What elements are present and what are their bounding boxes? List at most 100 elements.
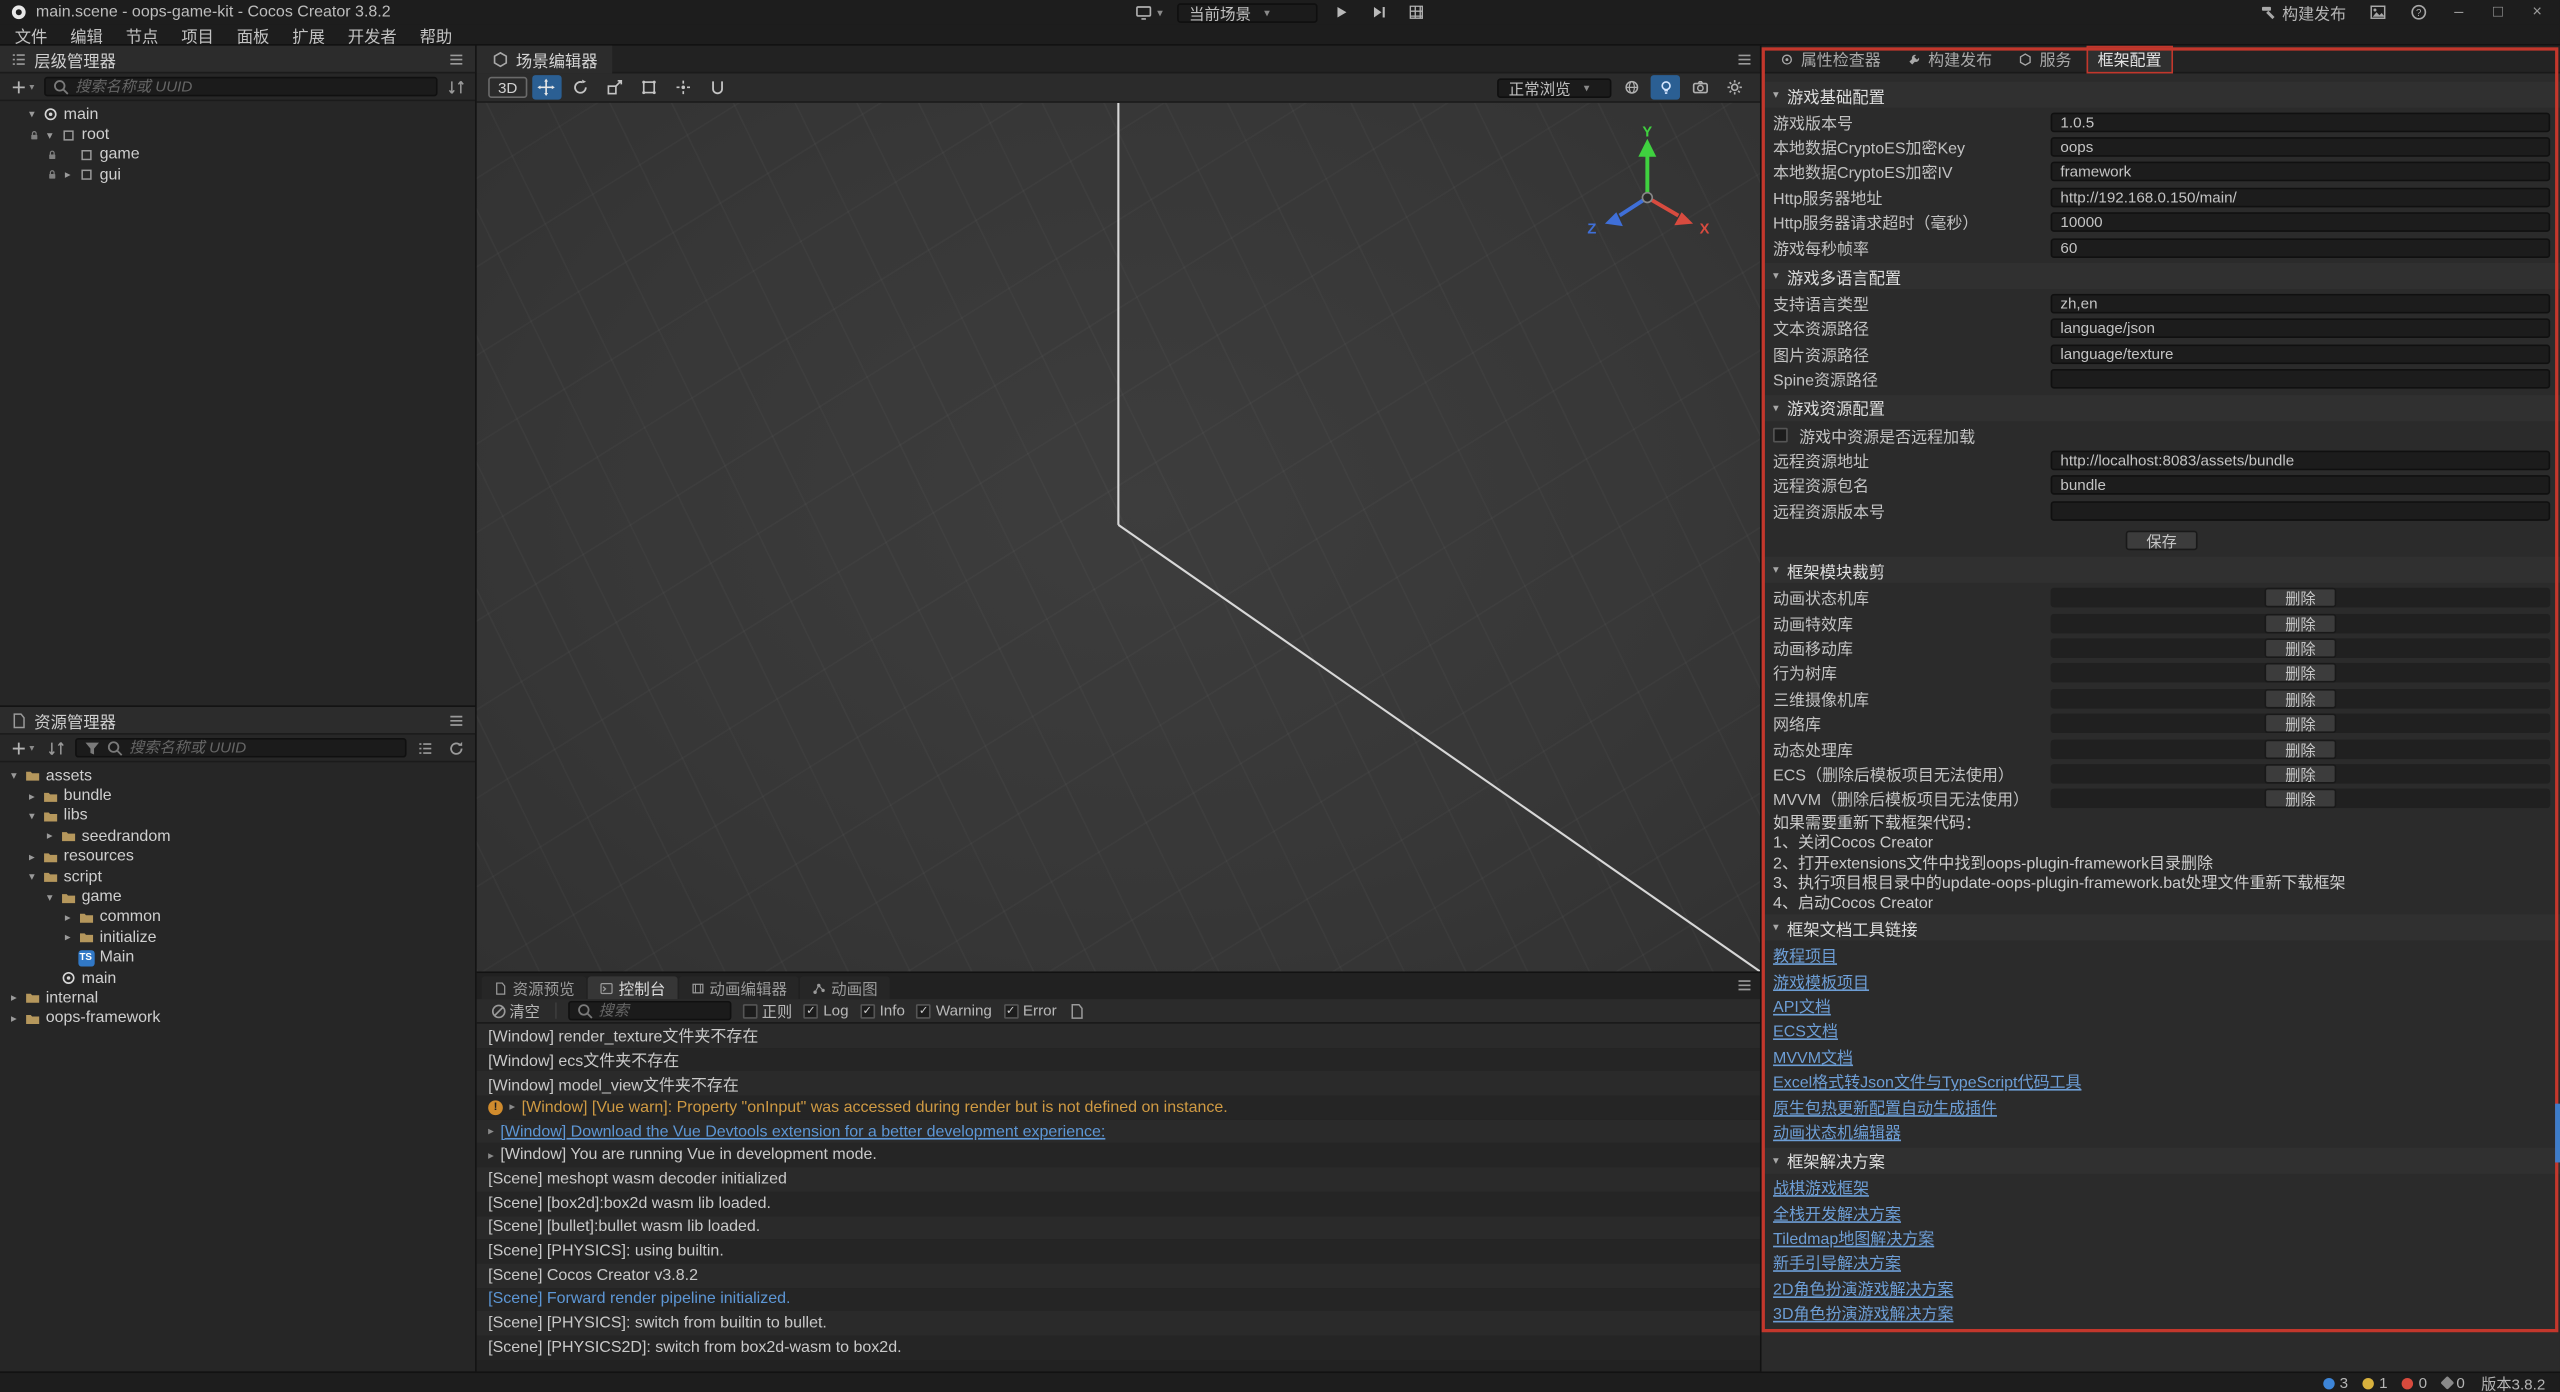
asset-node-row[interactable]: ▸resources — [0, 847, 475, 867]
doc-link[interactable]: Excel格式转Json文件与TypeScript代码工具 — [1773, 1070, 2081, 1093]
expand-arrow-icon[interactable]: ▸ — [60, 931, 75, 944]
asset-node-row[interactable]: main — [0, 968, 475, 988]
inspector-tab[interactable]: 构建发布 — [1895, 45, 2003, 73]
hierarchy-filter-button[interactable] — [444, 76, 468, 97]
expand-arrow-icon[interactable]: ▸ — [488, 1149, 494, 1162]
asset-node-row[interactable]: ▾game — [0, 887, 475, 907]
log-row[interactable]: [Scene] [bullet]:bullet wasm lib loaded. — [477, 1216, 1760, 1240]
expand-arrow-icon[interactable]: ▸ — [60, 169, 75, 182]
scene-settings-button[interactable] — [1719, 75, 1748, 99]
section-header[interactable]: ▾框架文档工具链接 — [1762, 915, 2560, 941]
doc-link[interactable]: MVVM文档 — [1773, 1044, 1853, 1067]
panel-menu-icon[interactable] — [447, 50, 465, 68]
field-input[interactable] — [2051, 137, 2551, 157]
log-row[interactable]: [Scene] [PHYSICS]: switch from builtin t… — [477, 1311, 1760, 1335]
asset-node-row[interactable]: ▾assets — [0, 766, 475, 786]
field-input[interactable] — [2051, 369, 2551, 389]
field-input[interactable] — [2051, 112, 2551, 132]
delete-button[interactable]: 删除 — [2264, 714, 2337, 734]
status-error-count[interactable]: 0 — [2402, 1375, 2427, 1391]
filter-funnel-icon[interactable] — [83, 739, 101, 757]
console-tab[interactable]: 动画编辑器 — [678, 976, 798, 999]
asset-node-row[interactable]: ▸oops-framework — [0, 1008, 475, 1028]
filter-log-checkbox[interactable]: ✓Log — [804, 1002, 849, 1018]
log-row[interactable]: ▸[Window] You are running Vue in develop… — [477, 1144, 1760, 1168]
open-log-file-icon[interactable] — [1068, 1002, 1086, 1020]
log-row[interactable]: [Scene] Cocos Creator v3.8.2 — [477, 1263, 1760, 1287]
collapse-arrow-icon[interactable]: ▾ — [7, 769, 22, 782]
delete-button[interactable]: 删除 — [2264, 588, 2337, 608]
step-button[interactable] — [1365, 2, 1393, 23]
panel-menu-icon[interactable] — [447, 711, 465, 729]
save-button[interactable]: 保存 — [2125, 531, 2198, 551]
delete-button[interactable]: 删除 — [2264, 689, 2337, 709]
build-publish-button[interactable]: 构建发布 — [2254, 2, 2351, 23]
minimize-button[interactable]: – — [2446, 3, 2472, 21]
expand-arrow-icon[interactable]: ▸ — [509, 1101, 515, 1114]
inspector-tab[interactable]: 框架配置 — [2086, 45, 2173, 73]
light-toggle-button[interactable] — [1651, 75, 1680, 99]
anchor-tool-button[interactable] — [669, 75, 698, 99]
axis-gizmo[interactable]: Y X Z — [1574, 126, 1721, 257]
expand-arrow-icon[interactable]: ▸ — [7, 992, 22, 1005]
filter-error-checkbox[interactable]: ✓Error — [1003, 1002, 1056, 1018]
collapse-arrow-icon[interactable]: ▾ — [24, 108, 39, 121]
menu-item[interactable]: 节点 — [126, 22, 159, 46]
menu-item[interactable]: 扩展 — [292, 22, 325, 46]
preview-scene-select[interactable]: 当前场景 ▾ — [1178, 2, 1318, 22]
status-other-count[interactable]: 0 — [2442, 1375, 2465, 1391]
assets-search-input[interactable] — [129, 740, 398, 756]
rotate-tool-button[interactable] — [566, 75, 595, 99]
create-node-button[interactable]: ▾ — [7, 76, 38, 97]
delete-button[interactable]: 删除 — [2264, 764, 2337, 784]
doc-link[interactable]: 教程项目 — [1773, 944, 1837, 967]
create-asset-button[interactable]: ▾ — [7, 737, 38, 758]
scene-editor-tab[interactable]: 场景编辑器 — [477, 45, 613, 73]
log-row[interactable]: [Window] model_view文件夹不存在 — [477, 1072, 1760, 1096]
menu-item[interactable]: 帮助 — [420, 22, 453, 46]
menu-item[interactable]: 项目 — [181, 22, 214, 46]
log-row[interactable]: [Window] ecs文件夹不存在 — [477, 1048, 1760, 1072]
delete-button[interactable]: 删除 — [2264, 638, 2337, 658]
field-input[interactable] — [2051, 451, 2551, 471]
maximize-button[interactable]: □ — [2485, 3, 2511, 21]
delete-button[interactable]: 删除 — [2264, 789, 2337, 809]
section-header[interactable]: ▾游戏资源配置 — [1762, 395, 2560, 421]
preview-grid-button[interactable] — [1403, 2, 1431, 23]
collapse-arrow-icon[interactable]: ▾ — [24, 810, 39, 823]
console-clear-button[interactable]: 清空 — [487, 1000, 544, 1021]
status-warn-count[interactable]: 1 — [2363, 1375, 2388, 1391]
scene-viewport[interactable]: Y X Z — [477, 103, 1760, 972]
console-tab[interactable]: 控制台 — [588, 976, 677, 999]
console-tab[interactable]: 资源预览 — [482, 976, 587, 999]
expand-arrow-icon[interactable]: ▸ — [488, 1125, 494, 1138]
log-row[interactable]: [Scene] meshopt wasm decoder initialized — [477, 1168, 1760, 1192]
section-header[interactable]: ▾框架模块裁剪 — [1762, 557, 2560, 583]
menu-item[interactable]: 文件 — [15, 22, 48, 46]
assets-collapse-button[interactable] — [413, 737, 437, 758]
delete-button[interactable]: 删除 — [2264, 739, 2337, 759]
field-input[interactable] — [2051, 319, 2551, 339]
asset-node-row[interactable]: ▸internal — [0, 988, 475, 1008]
asset-node-row[interactable]: ▸bundle — [0, 786, 475, 806]
mode-3d-button[interactable]: 3D — [488, 77, 527, 98]
status-info-count[interactable]: 3 — [2323, 1375, 2348, 1391]
feedback-button[interactable] — [2364, 2, 2392, 23]
field-input[interactable] — [2051, 238, 2551, 258]
gizmo-toggle-button[interactable] — [1616, 75, 1645, 99]
regex-checkbox[interactable]: 正则 — [742, 999, 792, 1022]
field-input[interactable] — [2051, 344, 2551, 364]
log-row[interactable]: ▸[Window] Download the Vue Devtools exte… — [477, 1120, 1760, 1144]
delete-button[interactable]: 删除 — [2264, 613, 2337, 633]
doc-link[interactable]: 原生包热更新配置自动生成插件 — [1773, 1095, 1997, 1118]
collapse-arrow-icon[interactable]: ▾ — [42, 128, 57, 141]
panel-menu-icon[interactable] — [1736, 976, 1754, 994]
asset-node-row[interactable]: TSMain — [0, 948, 475, 968]
collapse-arrow-icon[interactable]: ▾ — [42, 891, 57, 904]
field-input[interactable] — [2051, 501, 2551, 521]
doc-link[interactable]: API文档 — [1773, 994, 1831, 1017]
asset-node-row[interactable]: ▾libs — [0, 806, 475, 826]
expand-arrow-icon[interactable]: ▸ — [60, 911, 75, 924]
delete-button[interactable]: 删除 — [2264, 663, 2337, 683]
move-tool-button[interactable] — [532, 75, 561, 99]
